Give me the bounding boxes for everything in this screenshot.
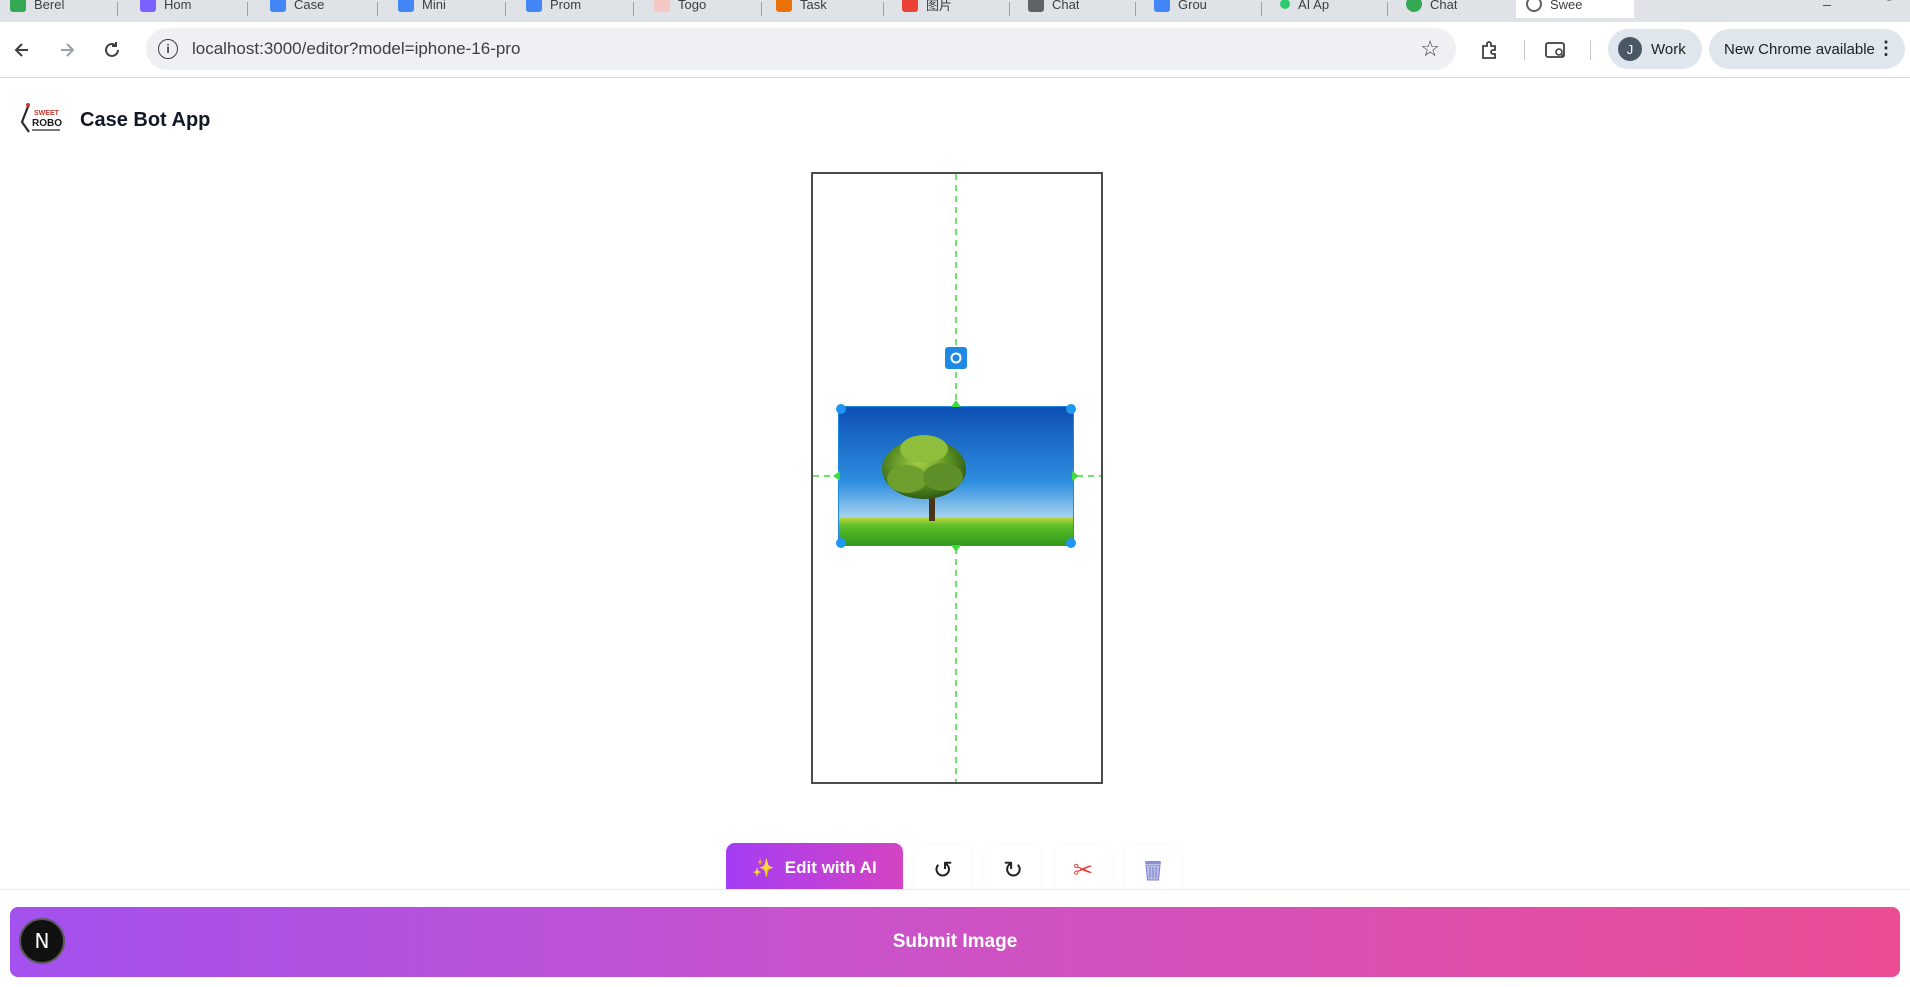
reload-button[interactable] (96, 34, 128, 66)
undo-icon: ↺ (932, 856, 954, 884)
arrow-left-icon (14, 43, 28, 57)
tab-favicon-icon (1526, 0, 1542, 12)
tab-favicon-icon (776, 0, 792, 12)
more-menu-icon: ⋮ (1877, 38, 1895, 58)
edit-with-ai-label: Edit with AI (784, 858, 877, 877)
tab-title: Prom (550, 0, 582, 12)
browser-tab[interactable]: 图片 (892, 0, 1010, 18)
tab-title: Chat (1052, 0, 1080, 12)
tab-title: Hom (164, 0, 192, 12)
profile-label: Work (1651, 40, 1686, 58)
tab-favicon-icon (140, 0, 156, 12)
svg-text:SWEET: SWEET (34, 110, 60, 117)
minimize-icon[interactable]: _ (1816, 0, 1838, 18)
reload-icon (105, 42, 119, 57)
browser-tab[interactable]: Chat (1396, 0, 1514, 18)
rotate-handle[interactable] (945, 347, 967, 369)
edit-with-ai-button[interactable]: ✨ Edit with AI (726, 843, 903, 893)
tab-favicon-icon (654, 0, 670, 12)
back-button[interactable] (6, 34, 38, 66)
site-info-icon[interactable]: i (158, 39, 178, 59)
tab-title: Swee (1550, 0, 1583, 12)
redo-icon: ↻ (1002, 856, 1024, 884)
trash-icon (1145, 861, 1161, 881)
browser-tab-active[interactable]: Swee (1516, 0, 1634, 18)
scissors-icon: ✂ (1072, 856, 1094, 884)
chrome-update-button[interactable]: New Chrome available ⋮ (1709, 29, 1905, 69)
restore-icon[interactable]: ▫ (1878, 0, 1900, 18)
arrow-right-icon (61, 43, 75, 57)
tab-title: Grou (1178, 0, 1207, 12)
nextjs-dev-badge-icon[interactable]: N (19, 918, 65, 964)
tree-landscape-image (839, 407, 1073, 545)
extensions-button[interactable] (1474, 34, 1506, 66)
submit-image-button[interactable]: Submit Image (10, 907, 1900, 977)
browser-tab-strip: Berel Hom Case Mini Prom Togo Task 图片 Ch… (0, 0, 1910, 22)
rotate-icon (950, 352, 962, 364)
puzzle-icon (1482, 41, 1496, 59)
app-header: SWEET ROBO Case Bot App (0, 79, 1910, 161)
redo-button[interactable]: ↻ (985, 846, 1041, 894)
browser-tab[interactable]: Task (766, 0, 884, 18)
browser-tab[interactable]: Togo (644, 0, 762, 18)
tab-favicon-icon (1028, 0, 1044, 12)
tab-favicon-icon (526, 0, 542, 12)
app-logo: SWEET ROBO (20, 103, 62, 133)
badge-letter: N (34, 929, 50, 953)
update-label: New Chrome available (1724, 40, 1875, 58)
svg-text:ROBO: ROBO (32, 118, 62, 129)
delete-button[interactable] (1125, 846, 1181, 894)
app-title: Case Bot App (80, 109, 211, 131)
tab-title: 图片 (926, 0, 953, 13)
browser-tab[interactable]: Case (260, 0, 378, 18)
browser-tab[interactable]: Prom (516, 0, 634, 18)
tab-favicon-icon (1406, 0, 1422, 12)
browser-tab[interactable]: Mini (388, 0, 506, 18)
browser-tab[interactable]: Chat (1018, 0, 1136, 18)
submit-image-label: Submit Image (892, 931, 1018, 952)
uploaded-image[interactable] (839, 407, 1073, 545)
browser-tab[interactable]: Grou (1144, 0, 1262, 18)
tab-title: Togo (678, 0, 707, 12)
forward-button[interactable] (51, 34, 83, 66)
browser-tab[interactable]: Hom (130, 0, 248, 18)
tab-title: Case (294, 0, 325, 12)
sparkle-icon: ✨ (752, 857, 775, 878)
tab-title: Mini (422, 0, 446, 12)
tab-title: Task (800, 0, 827, 12)
profile-button[interactable]: J Work (1608, 29, 1702, 69)
tab-favicon-icon (398, 0, 414, 12)
tab-search-icon (1545, 42, 1565, 58)
address-bar[interactable]: i localhost:3000/editor?model=iphone-16-… (146, 28, 1456, 70)
browser-tab[interactable]: AI Ap (1270, 0, 1388, 18)
tab-favicon-icon (10, 0, 26, 12)
tab-search-button[interactable] (1540, 34, 1572, 66)
browser-tab[interactable]: Berel (0, 0, 118, 18)
tab-title: Berel (34, 0, 65, 12)
cut-button[interactable]: ✂ (1055, 846, 1111, 894)
tab-favicon-icon (270, 0, 286, 12)
tab-title: Chat (1430, 0, 1458, 12)
undo-button[interactable]: ↺ (915, 846, 971, 894)
tab-favicon-icon (1154, 0, 1170, 12)
avatar: J (1618, 37, 1642, 61)
browser-toolbar: i localhost:3000/editor?model=iphone-16-… (0, 22, 1910, 78)
bookmark-star-icon[interactable]: ☆ (1420, 36, 1440, 62)
tab-favicon-icon (902, 0, 918, 12)
submit-bar: Submit Image (0, 889, 1910, 987)
tab-title: AI Ap (1298, 0, 1330, 12)
url-text[interactable]: localhost:3000/editor?model=iphone-16-pr… (192, 39, 520, 59)
tab-favicon-icon (1280, 0, 1290, 9)
